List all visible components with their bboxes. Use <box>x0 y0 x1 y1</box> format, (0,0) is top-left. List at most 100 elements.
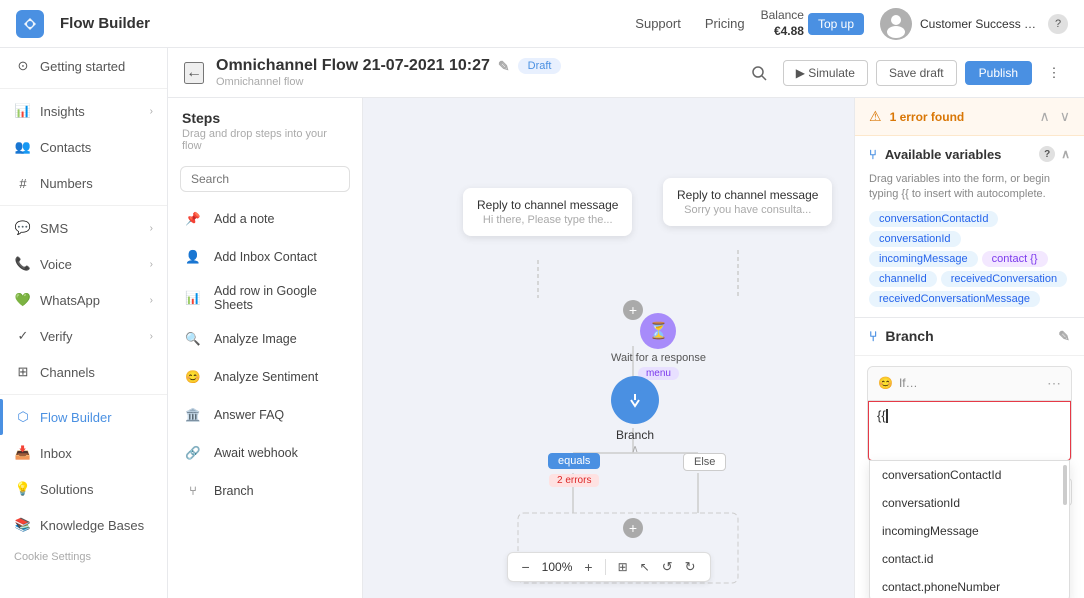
step-add-inbox-contact[interactable]: 👤 Add Inbox Contact <box>168 238 362 276</box>
chevron-icon: › <box>150 331 153 342</box>
contacts-icon: 👥 <box>14 138 32 156</box>
sidebar-item-inbox[interactable]: 📥 Inbox <box>0 435 167 471</box>
if-block-header: 😊 If… ⋯ <box>868 367 1071 401</box>
sidebar-item-label: Knowledge Bases <box>40 518 153 533</box>
publish-button[interactable]: Publish <box>965 61 1032 85</box>
var-chip-contact[interactable]: contact {} <box>982 251 1048 267</box>
sidebar-item-knowledge-bases[interactable]: 📚 Knowledge Bases <box>0 507 167 543</box>
equals-branch[interactable]: equals 2 errors <box>548 453 600 487</box>
simulate-button[interactable]: ▶ Simulate <box>783 60 868 86</box>
variables-help-button[interactable]: ? <box>1039 146 1055 162</box>
sidebar-item-getting-started[interactable]: ⊙ Getting started <box>0 48 167 84</box>
branch-node[interactable]: Branch ∧ <box>611 376 659 455</box>
sidebar-item-label: SMS <box>40 221 142 236</box>
else-branch[interactable]: Else <box>683 453 726 468</box>
dropdown-item-conversationId[interactable]: conversationId <box>870 489 1069 517</box>
dropdown-scrollbar[interactable] <box>1063 465 1067 505</box>
sidebar-item-label: WhatsApp <box>40 293 142 308</box>
more-options-button[interactable]: ⋮ <box>1040 59 1068 87</box>
fit-button[interactable]: ⊞ <box>614 558 632 576</box>
step-label: Add Inbox Contact <box>214 250 317 264</box>
step-add-google-sheets[interactable]: 📊 Add row in Google Sheets <box>168 276 362 320</box>
step-label: Add a note <box>214 212 274 226</box>
sidebar-item-label: Channels <box>40 365 153 380</box>
voice-icon: 📞 <box>14 255 32 273</box>
verify-icon: ✓ <box>14 327 32 345</box>
steps-list: 📌 Add a note 👤 Add Inbox Contact 📊 Add r… <box>168 200 362 598</box>
sidebar-item-contacts[interactable]: 👥 Contacts <box>0 129 167 165</box>
right-panel: ⚠ 1 error found ∧ ∨ ⑂ Available variable… <box>854 98 1084 598</box>
wait-node[interactable]: ⏳ Wait for a response menu <box>611 313 706 380</box>
zoom-in-button[interactable]: + <box>580 557 596 577</box>
reply-node-1-title: Reply to channel message <box>477 198 618 212</box>
step-analyze-image[interactable]: 🔍 Analyze Image <box>168 320 362 358</box>
step-analyze-sentiment[interactable]: 😊 Analyze Sentiment <box>168 358 362 396</box>
var-chip-receivedConversationMessage[interactable]: receivedConversationMessage <box>869 291 1040 307</box>
search-input[interactable] <box>191 172 346 186</box>
redo-button[interactable]: ↻ <box>681 557 700 577</box>
add-note-icon: 📌 <box>182 208 204 230</box>
sidebar-separator-2 <box>0 205 167 206</box>
zoom-out-button[interactable]: − <box>517 557 533 577</box>
numbers-icon: # <box>14 174 32 192</box>
inbox-icon: 📥 <box>14 444 32 462</box>
dropdown-item-contact-phone[interactable]: contact.phoneNumber <box>870 573 1069 598</box>
sidebar-item-numbers[interactable]: # Numbers <box>0 165 167 201</box>
support-link[interactable]: Support <box>635 16 681 31</box>
reply-node-1[interactable]: Reply to channel message Hi there, Pleas… <box>463 188 632 236</box>
help-button[interactable]: ? <box>1048 14 1068 34</box>
pricing-link[interactable]: Pricing <box>705 16 745 31</box>
wait-label: Wait for a response <box>611 352 706 364</box>
if-more-button[interactable]: ⋯ <box>1047 375 1061 392</box>
sidebar-item-solutions[interactable]: 💡 Solutions <box>0 471 167 507</box>
var-chip-conversationId[interactable]: conversationId <box>869 231 961 247</box>
reply-node-1-sub: Hi there, Please type the... <box>477 214 618 226</box>
variables-header-right: ? ∧ <box>1039 146 1070 162</box>
undo-button[interactable]: ↺ <box>658 557 677 577</box>
sidebar-item-flow-builder[interactable]: ⬡ Flow Builder <box>0 399 167 435</box>
var-chip-incomingMessage[interactable]: incomingMessage <box>869 251 978 267</box>
sidebar-item-whatsapp[interactable]: 💚 WhatsApp › <box>0 282 167 318</box>
reply-node-2[interactable]: Reply to channel message Sorry you have … <box>663 178 832 226</box>
var-chip-conversationContactId[interactable]: conversationContactId <box>869 211 998 227</box>
app-logo[interactable] <box>16 10 44 38</box>
edit-icon[interactable]: ✎ <box>498 58 510 75</box>
user-name: Customer Success Webi... <box>920 17 1040 31</box>
draft-badge: Draft <box>518 58 562 74</box>
error-expand-button[interactable]: ∨ <box>1060 108 1070 125</box>
back-button[interactable]: ← <box>184 62 204 84</box>
balance-area: Balance €4.88 Top up <box>761 8 864 39</box>
dropdown-item-conversationContactId[interactable]: conversationContactId <box>870 461 1069 489</box>
sidebar-item-sms[interactable]: 💬 SMS › <box>0 210 167 246</box>
if-input-area[interactable]: {{ conversationContactId conversationId <box>868 401 1071 461</box>
var-chip-channelId[interactable]: channelId <box>869 271 937 287</box>
cookie-settings[interactable]: Cookie Settings <box>0 543 167 571</box>
cursor-button[interactable]: ↖ <box>636 558 654 576</box>
step-add-note[interactable]: 📌 Add a note <box>168 200 362 238</box>
sidebar-item-insights[interactable]: 📊 Insights › <box>0 93 167 129</box>
var-chip-receivedConversation[interactable]: receivedConversation <box>941 271 1067 287</box>
canvas-area[interactable]: Reply to channel message Hi there, Pleas… <box>363 98 854 598</box>
steps-search-bar[interactable] <box>180 166 350 192</box>
top-up-button[interactable]: Top up <box>808 13 864 35</box>
branch-edit-button[interactable]: ✎ <box>1058 328 1070 345</box>
bottom-add-button[interactable]: + <box>623 518 643 538</box>
error-collapse-button[interactable]: ∧ <box>1040 108 1050 125</box>
step-await-webhook[interactable]: 🔗 Await webhook <box>168 434 362 472</box>
dropdown-item-contact-id[interactable]: contact.id <box>870 545 1069 573</box>
sidebar-item-verify[interactable]: ✓ Verify › <box>0 318 167 354</box>
sidebar-item-voice[interactable]: 📞 Voice › <box>0 246 167 282</box>
step-branch[interactable]: ⑂ Branch <box>168 472 362 510</box>
variables-description: Drag variables into the form, or begin t… <box>855 172 1084 211</box>
sidebar-item-channels[interactable]: ⊞ Channels <box>0 354 167 390</box>
dropdown-item-incomingMessage[interactable]: incomingMessage <box>870 517 1069 545</box>
variables-collapse-button[interactable]: ∧ <box>1061 147 1070 161</box>
canvas-search-button[interactable] <box>743 57 775 89</box>
balance-display: Balance €4.88 <box>761 8 804 39</box>
sidebar-item-label: Contacts <box>40 140 153 155</box>
step-answer-faq[interactable]: 🏛️ Answer FAQ <box>168 396 362 434</box>
save-draft-button[interactable]: Save draft <box>876 60 957 86</box>
bottom-add-icon[interactable]: + <box>623 518 643 538</box>
collapse-branch-button[interactable]: ∧ <box>631 444 638 455</box>
error-count: 1 error found <box>890 110 1032 124</box>
